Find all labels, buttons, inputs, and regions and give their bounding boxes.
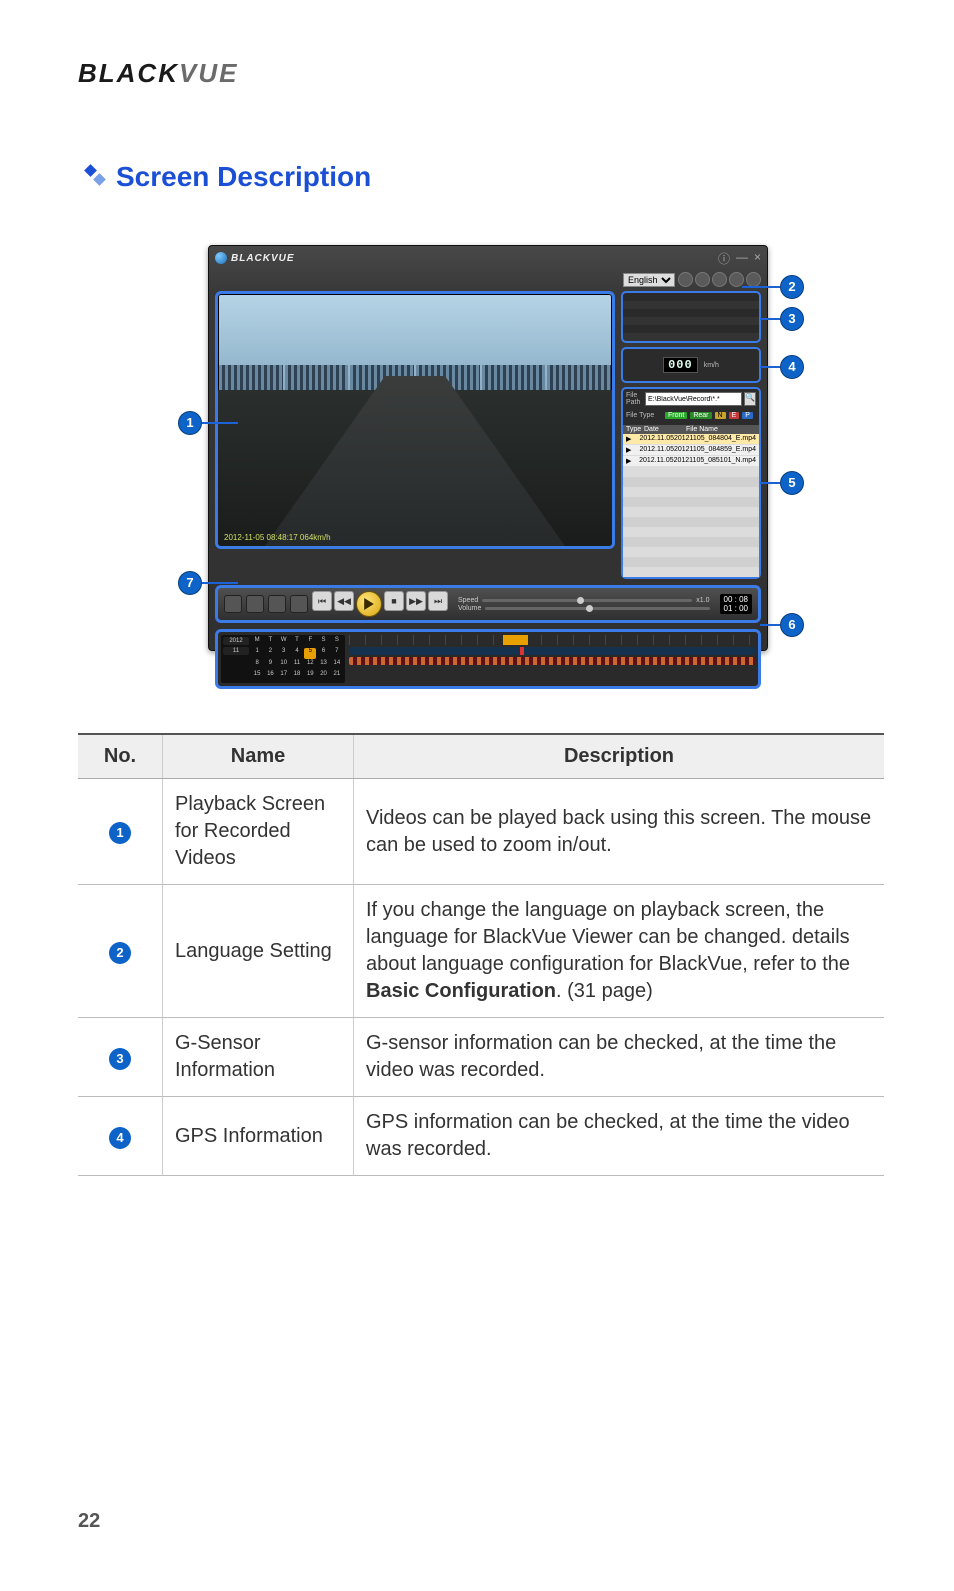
timeline-panel: 2012 11 MTWTFSS 1234567 891011121314 151… [215,629,761,689]
info-button[interactable]: ⓘ [718,250,730,267]
cal-year: 2012 [223,637,249,645]
row-desc: G-sensor information can be checked, at … [354,1018,885,1097]
callout-1: 1 [178,411,202,435]
filter-event[interactable]: E [729,412,740,419]
skip-start-button[interactable]: ⏮ [312,591,332,611]
filetype-label: File Type [626,412,660,422]
filter-normal[interactable]: N [715,412,726,419]
print-button[interactable] [290,595,308,613]
speed-label: Speed [458,597,478,604]
filter-parking[interactable]: P [742,412,753,419]
titlebar-brand: BLACKVUE [231,253,295,264]
file-row[interactable]: ▶2012.11.0520121105_085101_N.mp4 [623,456,759,467]
row-name: GPS Information [163,1097,354,1176]
speed-slider[interactable] [482,599,692,602]
th-no: No. [78,734,163,779]
toolbar-icon[interactable] [712,272,727,287]
filepath-label: File Path [626,392,643,406]
brand-logo: BLACKVUE [78,58,884,89]
titlebar: BLACKVUE ⓘ — × [209,246,767,270]
col-type: Type [626,426,644,433]
playback-controls: ⏮ ◀◀ ■ ▶▶ ⏭ Speed x1.0 Volume 00 : 08 01 … [215,585,761,623]
skip-end-button[interactable]: ⏭ [428,591,448,611]
row-badge: 2 [109,942,131,964]
language-bar: English [209,270,767,291]
th-name: Name [163,734,354,779]
toolbar-icon[interactable] [729,272,744,287]
time-current: 00 : 08 [724,595,748,604]
gps-speed-unit: km/h [704,362,719,369]
volume-label: Volume [458,605,481,612]
row-badge: 3 [109,1048,131,1070]
th-desc: Description [354,734,885,779]
diamond-icon [84,164,106,191]
toolbar-icon[interactable] [695,272,710,287]
playback-screen[interactable]: 2012-11-05 08:48:17 064km/h [215,291,615,549]
row-name: Language Setting [163,885,354,1018]
row-desc: If you change the language on playback s… [354,885,885,1018]
calendar[interactable]: 2012 11 MTWTFSS 1234567 891011121314 151… [221,635,345,683]
cal-month: 11 [223,647,249,655]
row-desc: GPS information can be checked, at the t… [354,1097,885,1176]
aspect-button[interactable] [246,595,264,613]
rewind-button[interactable]: ◀◀ [334,591,354,611]
viewer-screenshot: BLACKVUE ⓘ — × English [160,245,802,703]
filepath-input[interactable] [645,392,742,406]
file-row[interactable]: ▶2012.11.0520121105_084804_E.mp4 [623,434,759,445]
callout-6: 6 [780,613,804,637]
browse-button[interactable]: 🔍 [744,392,756,406]
brand-vue: VUE [179,58,238,88]
gps-panel: 000 km/h [621,347,761,383]
file-panel: File Path 🔍 File Type Front Rear N E [621,387,761,579]
gps-speed-readout: 000 [663,357,698,373]
filter-front[interactable]: Front [665,412,687,419]
callout-2: 2 [780,275,804,299]
filelist-empty-area [623,467,759,577]
stop-button[interactable]: ■ [384,591,404,611]
section-title: Screen Description [116,161,371,193]
time-display: 00 : 08 01 : 00 [720,594,752,614]
row-badge: 1 [109,822,131,844]
callout-3: 3 [780,307,804,331]
brand-black: BLACK [78,58,179,88]
row-name: G-Sensor Information [163,1018,354,1097]
time-total: 01 : 00 [724,604,748,613]
toolbar-icon[interactable] [678,272,693,287]
video-timestamp: 2012-11-05 08:48:17 064km/h [224,533,331,542]
app-window: BLACKVUE ⓘ — × English [208,245,768,651]
capture-button[interactable] [268,595,286,613]
language-select[interactable]: English [623,273,675,287]
table-row: 2 Language SettingIf you change the langu… [78,885,884,1018]
fullscreen-button[interactable] [224,595,242,613]
callout-5: 5 [780,471,804,495]
speed-value: x1.0 [696,597,709,604]
table-row: 3 G-Sensor InformationG-sensor informatio… [78,1018,884,1097]
filter-rear[interactable]: Rear [690,412,711,419]
file-row[interactable]: ▶2012.11.0520121105_084859_E.mp4 [623,445,759,456]
minimize-button[interactable]: — [736,250,748,267]
forward-button[interactable]: ▶▶ [406,591,426,611]
row-name: Playback Screen for Recorded Videos [163,779,354,885]
titlebar-logo-icon [215,252,227,264]
toolbar-icon[interactable] [746,272,761,287]
table-row: 1 Playback Screen for Recorded VideosVide… [78,779,884,885]
col-filename: File Name [686,426,756,433]
callout-4: 4 [780,355,804,379]
row-desc: Videos can be played back using this scr… [354,779,885,885]
section-heading: Screen Description [84,161,884,193]
play-button[interactable] [356,591,382,617]
table-row: 4 GPS InformationGPS information can be c… [78,1097,884,1176]
filelist-header: Type Date File Name [623,425,759,434]
volume-slider[interactable] [485,607,709,610]
timeline[interactable] [349,635,755,683]
page-number: 22 [78,1510,100,1533]
close-button[interactable]: × [754,250,761,267]
description-table: No. Name Description 1 Playback Screen fo… [78,733,884,1176]
gsensor-panel [621,291,761,343]
row-badge: 4 [109,1127,131,1149]
col-date: Date [644,426,686,433]
callout-7: 7 [178,571,202,595]
